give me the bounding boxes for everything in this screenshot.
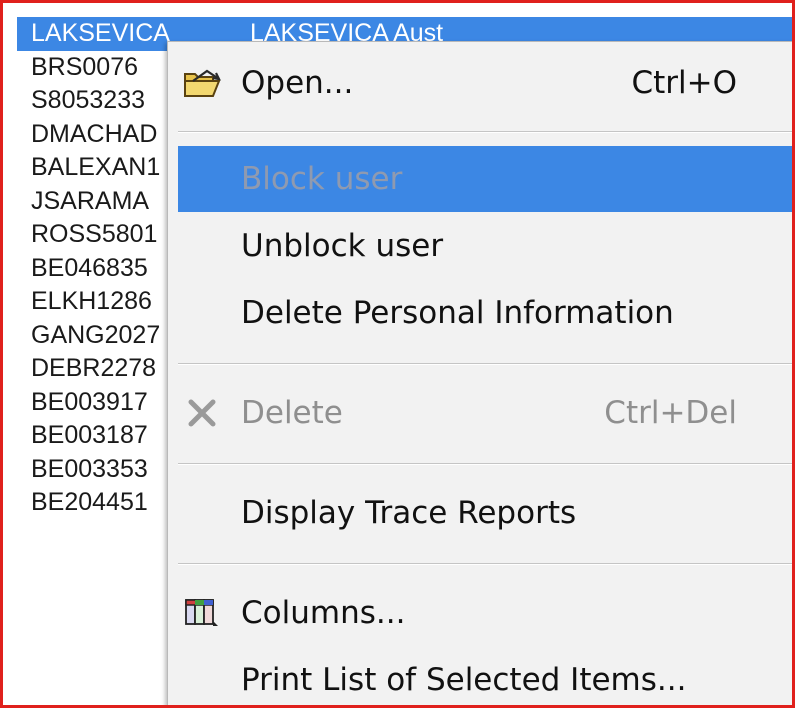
menu-item-label: Delete — [241, 395, 343, 431]
folder-open-icon — [182, 65, 222, 101]
menu-item-label: Columns... — [241, 595, 406, 631]
list-item-name: LAKSEVICA — [31, 19, 170, 47]
menu-item-open[interactable]: Open... Ctrl+O — [178, 50, 792, 116]
menu-separator — [178, 363, 792, 365]
menu-item-columns[interactable]: Columns... — [178, 580, 792, 646]
menu-item-block-user[interactable]: Block user — [178, 146, 792, 212]
menu-separator — [178, 563, 792, 565]
menu-item-shortcut: Ctrl+Del — [604, 395, 737, 431]
menu-item-print-list[interactable]: Print List of Selected Items... — [178, 647, 792, 705]
menu-item-label: Open... — [241, 65, 354, 101]
menu-item-display-trace-reports[interactable]: Display Trace Reports — [178, 480, 792, 546]
menu-item-unblock-user[interactable]: Unblock user — [178, 213, 792, 279]
menu-item-shortcut: Ctrl+O — [631, 65, 737, 101]
menu-item-label: Delete Personal Information — [241, 295, 674, 331]
list-window: LAKSEVICA LAKSEVICA Aust BRS0076 S8053233… — [0, 0, 795, 708]
menu-item-delete[interactable]: Delete Ctrl+Del — [178, 380, 792, 446]
menu-item-label: Unblock user — [241, 228, 444, 264]
menu-item-delete-personal-information[interactable]: Delete Personal Information — [178, 280, 792, 346]
columns-icon — [182, 595, 222, 631]
menu-separator — [178, 463, 792, 465]
menu-item-label: Display Trace Reports — [241, 495, 577, 531]
delete-x-icon — [182, 395, 222, 431]
menu-item-label: Print List of Selected Items... — [241, 662, 687, 698]
context-menu: Open... Ctrl+O Block user Unblock user D… — [167, 41, 792, 705]
menu-item-label: Block user — [241, 161, 403, 197]
menu-separator — [178, 131, 792, 133]
